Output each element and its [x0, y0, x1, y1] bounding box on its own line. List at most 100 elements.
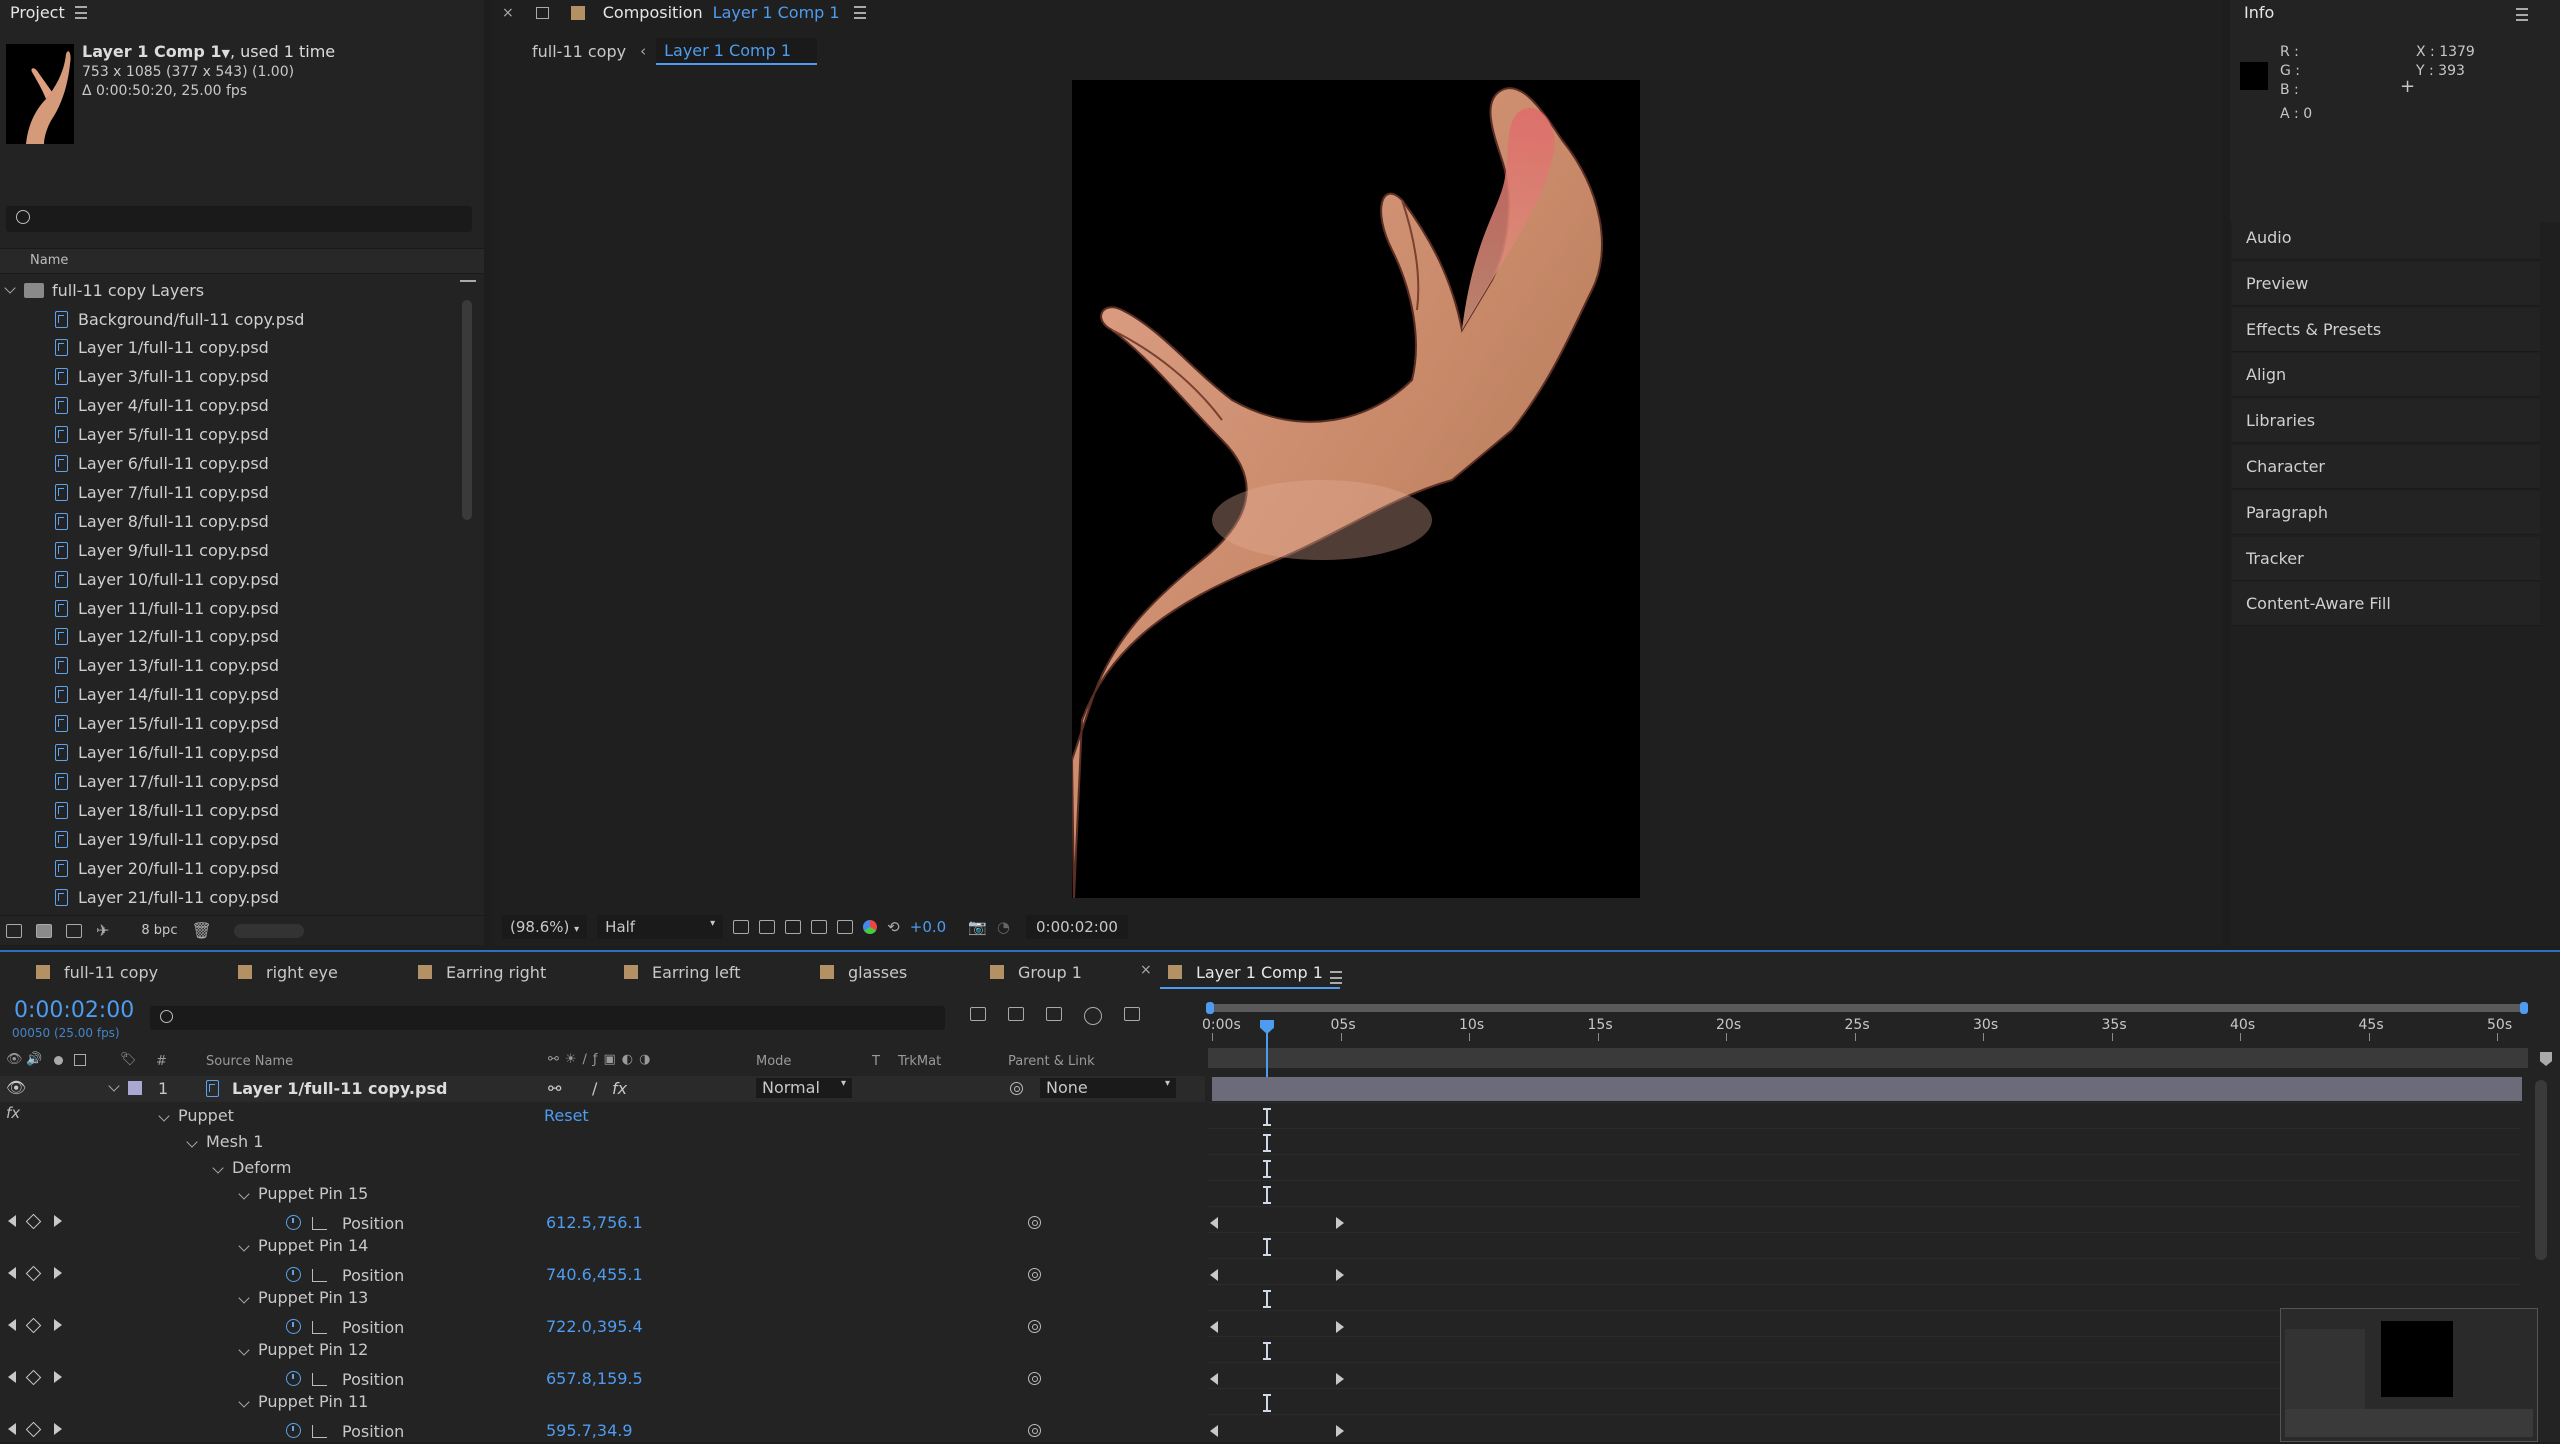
- eye-icon[interactable]: 👁: [6, 1078, 26, 1097]
- puppet-pin[interactable]: Puppet Pin 13: [238, 1288, 368, 1307]
- project-menu-icon[interactable]: [74, 6, 87, 19]
- breadcrumb-current[interactable]: Layer 1 Comp 1: [656, 37, 818, 65]
- expression-pickwhip-icon[interactable]: [1028, 1372, 1041, 1385]
- name-column-header[interactable]: Name: [30, 253, 68, 268]
- side-panel-character[interactable]: Character: [2232, 445, 2540, 489]
- bpc-button[interactable]: 8 bpc: [141, 923, 177, 938]
- stopwatch-icon[interactable]: [286, 1371, 301, 1386]
- graph-editor-icon[interactable]: [1124, 1007, 1140, 1021]
- layer-name[interactable]: Layer 1/full-11 copy.psd: [232, 1079, 447, 1098]
- keyframe-left[interactable]: [1210, 1321, 1218, 1333]
- position-property-row[interactable]: Position 722.0,395.4: [0, 1314, 1205, 1340]
- twirl-icon[interactable]: [186, 1135, 198, 1148]
- timeline-tab[interactable]: Layer 1 Comp 1: [1168, 962, 1323, 982]
- composition-flowchart-icon[interactable]: [970, 1007, 986, 1021]
- timeline-tab[interactable]: Group 1: [990, 962, 1082, 982]
- position-property-row[interactable]: Position 740.6,455.1: [0, 1262, 1205, 1288]
- keyframe-marker[interactable]: [1263, 1238, 1271, 1256]
- project-item[interactable]: Layer 7/full-11 copy.psd: [0, 478, 460, 506]
- lock-icon[interactable]: [535, 6, 549, 19]
- project-item[interactable]: Layer 15/full-11 copy.psd: [0, 710, 460, 738]
- expression-pickwhip-icon[interactable]: [1028, 1320, 1041, 1333]
- shy-layers-icon[interactable]: [1008, 1007, 1024, 1021]
- keyframe-left[interactable]: [1210, 1269, 1218, 1281]
- project-item[interactable]: Layer 6/full-11 copy.psd: [0, 450, 460, 478]
- region-of-interest-icon[interactable]: [811, 920, 828, 934]
- info-menu-icon[interactable]: [2516, 8, 2528, 21]
- col-parent[interactable]: Parent & Link: [1008, 1054, 1095, 1069]
- twirl-icon[interactable]: [238, 1187, 250, 1200]
- mesh-group[interactable]: Mesh 1: [206, 1132, 263, 1151]
- quality-switch-icon[interactable]: ∕: [592, 1079, 597, 1098]
- frame-blending-icon[interactable]: [1046, 1007, 1062, 1021]
- property-value[interactable]: 722.0,395.4: [546, 1317, 643, 1336]
- keyframe-left[interactable]: [1210, 1373, 1218, 1385]
- keyframe-marker[interactable]: [1263, 1160, 1271, 1178]
- dropdown-arrow-icon[interactable]: ▼: [222, 47, 230, 60]
- snapshot-icon[interactable]: 📷: [968, 918, 987, 936]
- project-item[interactable]: Layer 5/full-11 copy.psd: [0, 421, 460, 449]
- project-item[interactable]: Layer 4/full-11 copy.psd: [0, 392, 460, 420]
- position-property-row[interactable]: Position 657.8,159.5: [0, 1366, 1205, 1392]
- twirl-icon[interactable]: [238, 1291, 250, 1304]
- next-keyframe-icon[interactable]: [54, 1423, 62, 1435]
- prev-keyframe-icon[interactable]: [8, 1371, 16, 1383]
- keyframe-right[interactable]: [1336, 1217, 1344, 1229]
- video-toggle-icon[interactable]: 👁: [6, 1052, 23, 1067]
- exposure-value[interactable]: +0.0: [910, 918, 946, 936]
- project-tab-title[interactable]: Project: [10, 3, 65, 22]
- keyframe-marker[interactable]: [1263, 1186, 1271, 1204]
- add-keyframe-icon[interactable]: [25, 1421, 42, 1438]
- work-area-end[interactable]: [2520, 1002, 2528, 1014]
- project-item[interactable]: Layer 10/full-11 copy.psd: [0, 565, 460, 593]
- audio-toggle-icon[interactable]: 🔊: [26, 1052, 42, 1067]
- zoom-dropdown[interactable]: (98.6%) ▾: [502, 915, 588, 939]
- color-channels-icon[interactable]: [863, 920, 878, 934]
- work-area-bar[interactable]: [1208, 1004, 2528, 1012]
- reset-link[interactable]: Reset: [544, 1106, 589, 1125]
- composition-label[interactable]: Composition: [603, 3, 703, 22]
- keyframe-marker[interactable]: [1263, 1290, 1271, 1308]
- project-item[interactable]: Layer 18/full-11 copy.psd: [0, 796, 460, 824]
- navigator-thumbnail[interactable]: [2280, 1308, 2538, 1442]
- col-mode[interactable]: Mode: [756, 1054, 791, 1069]
- side-panel-tracker[interactable]: Tracker: [2232, 536, 2540, 581]
- mode-dropdown[interactable]: Normal ▾: [756, 1078, 852, 1098]
- expression-pickwhip-icon[interactable]: [1028, 1268, 1041, 1281]
- timeline-tab[interactable]: Earring right: [418, 962, 546, 982]
- prev-keyframe-icon[interactable]: [8, 1319, 16, 1331]
- label-color-swatch[interactable]: [128, 1081, 142, 1095]
- col-source-name[interactable]: Source Name: [206, 1054, 293, 1069]
- side-panel-paragraph[interactable]: Paragraph: [2232, 490, 2540, 535]
- timeline-tab[interactable]: glasses: [820, 962, 907, 982]
- keyframe-marker[interactable]: [1263, 1394, 1271, 1412]
- composition-name[interactable]: Layer 1 Comp 1: [713, 3, 840, 22]
- layer-duration-bar[interactable]: [1212, 1077, 2522, 1101]
- lock-toggle-icon[interactable]: [74, 1054, 86, 1066]
- timeline-menu-icon[interactable]: [1330, 971, 1342, 984]
- twirl-icon[interactable]: [238, 1343, 250, 1356]
- fast-previews-icon[interactable]: [733, 920, 750, 934]
- layer-row[interactable]: 👁 1 Layer 1/full-11 copy.psd ⚯ ∕ fx Norm…: [0, 1076, 1205, 1102]
- twirl-icon[interactable]: [238, 1395, 250, 1408]
- add-keyframe-icon[interactable]: [25, 1265, 42, 1282]
- hierarchy-icon[interactable]: [460, 280, 476, 298]
- thumbnail-slider[interactable]: [233, 923, 304, 938]
- timeline-tab[interactable]: Earring left: [624, 962, 741, 982]
- keyframe-left[interactable]: [1210, 1425, 1218, 1437]
- next-keyframe-icon[interactable]: [54, 1267, 62, 1279]
- puppet-pin[interactable]: Puppet Pin 11: [238, 1392, 368, 1411]
- keyframe-left[interactable]: [1210, 1217, 1218, 1229]
- project-folder[interactable]: full-11 copy Layers: [0, 276, 460, 304]
- fx-switch-icon[interactable]: fx: [612, 1079, 627, 1098]
- guides-icon[interactable]: [837, 920, 854, 934]
- composition-menu-icon[interactable]: [853, 6, 866, 19]
- work-area-start[interactable]: [1206, 1002, 1214, 1014]
- composition-viewer[interactable]: [1072, 80, 1640, 898]
- timeline-tab[interactable]: full-11 copy: [36, 962, 158, 982]
- deform-group[interactable]: Deform: [232, 1158, 291, 1177]
- col-trkmat[interactable]: TrkMat: [898, 1054, 941, 1069]
- add-keyframe-icon[interactable]: [25, 1213, 42, 1230]
- keyframe-marker[interactable]: [1263, 1134, 1271, 1152]
- expand-chevron-icon[interactable]: [4, 282, 16, 294]
